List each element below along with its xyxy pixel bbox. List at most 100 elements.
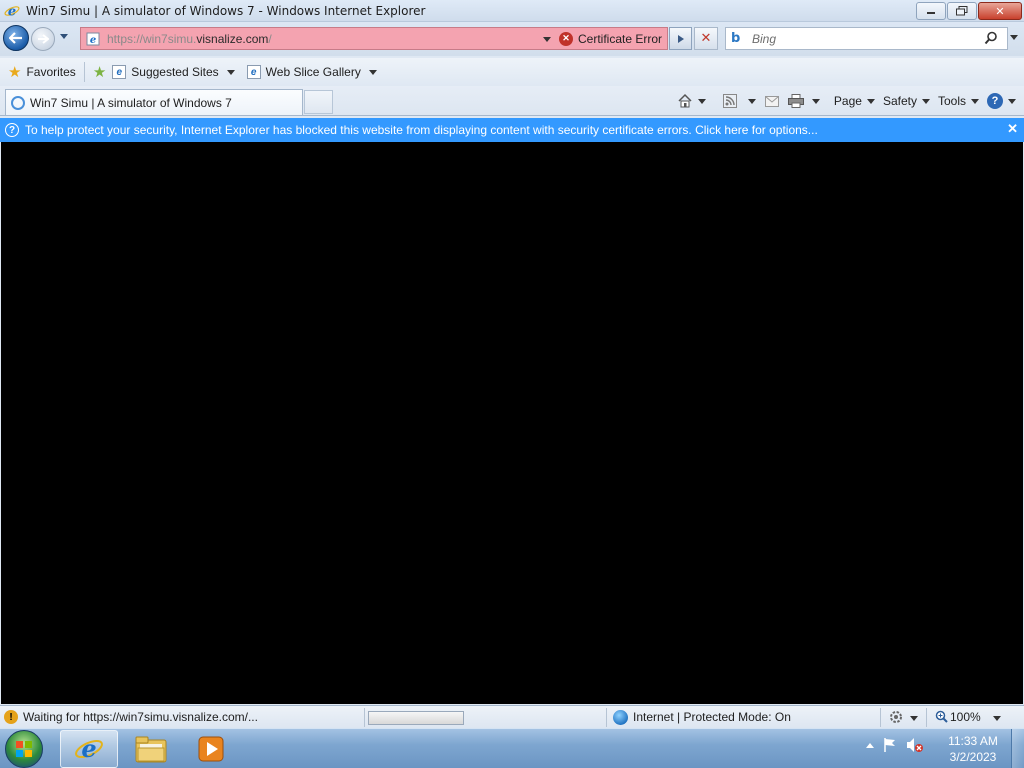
svg-text:e: e xyxy=(90,35,96,46)
status-separator xyxy=(880,708,881,727)
tab-active[interactable]: Win7 Simu | A simulator of Windows 7 xyxy=(5,89,303,115)
chevron-down-icon xyxy=(866,98,875,104)
search-icon[interactable] xyxy=(984,31,998,45)
chevron-down-icon xyxy=(971,98,979,104)
feeds-button[interactable] xyxy=(722,93,756,109)
zoom-level[interactable]: 100% xyxy=(950,710,981,724)
warning-icon: ! xyxy=(4,710,18,724)
tools-menu-label: Tools xyxy=(937,94,966,108)
clock-date: 3/2/2023 xyxy=(949,750,997,764)
stop-icon: ✕ xyxy=(700,31,712,46)
page-menu-label: Page xyxy=(833,94,862,108)
web-slice-gallery-label: Web Slice Gallery xyxy=(265,65,361,79)
forward-button[interactable] xyxy=(31,27,55,51)
refresh-icon xyxy=(677,34,684,43)
recent-pages-dropdown[interactable] xyxy=(60,34,68,39)
back-arrow-icon xyxy=(9,32,22,44)
show-hidden-icons-icon[interactable] xyxy=(866,742,874,748)
status-bar: ! Waiting for https://win7simu.visnalize… xyxy=(0,705,1024,728)
tab-row: Win7 Simu | A simulator of Windows 7 Pag… xyxy=(0,86,1024,116)
help-icon: ? xyxy=(987,93,1003,109)
bing-icon: b xyxy=(731,30,741,46)
back-button[interactable] xyxy=(3,25,29,51)
chevron-down-icon xyxy=(226,69,235,75)
media-player-icon xyxy=(198,736,224,762)
globe-icon xyxy=(613,710,628,725)
folder-icon xyxy=(135,736,167,763)
command-bar: Page Safety Tools ? xyxy=(677,90,1016,112)
taskbar-internet-explorer[interactable]: e xyxy=(60,730,118,768)
read-mail-button[interactable] xyxy=(764,93,780,109)
status-separator xyxy=(364,708,365,727)
change-status-icon[interactable] xyxy=(889,710,903,724)
certificate-error-button[interactable]: ✕ Certificate Error xyxy=(559,28,662,49)
web-slice-gallery-button[interactable]: e Web Slice Gallery xyxy=(246,60,377,84)
favorites-separator xyxy=(83,62,85,82)
show-desktop-button[interactable] xyxy=(1011,729,1024,768)
refresh-button[interactable] xyxy=(669,27,692,50)
suggested-sites-icon: e xyxy=(112,65,127,79)
svg-text:e: e xyxy=(8,4,16,19)
internet-explorer-icon: e xyxy=(75,734,103,763)
taskbar-media-player[interactable] xyxy=(182,730,240,768)
chevron-down-icon xyxy=(1008,98,1016,104)
search-options-dropdown[interactable] xyxy=(1010,35,1018,40)
chevron-down-icon xyxy=(747,98,756,104)
tab-title: Win7 Simu | A simulator of Windows 7 xyxy=(30,95,232,110)
clock-time: 11:33 AM xyxy=(948,734,998,748)
taskbar-clock[interactable]: 11:33 AM 3/2/2023 xyxy=(944,733,1002,765)
search-input[interactable]: Bing xyxy=(752,32,776,46)
printer-icon xyxy=(787,93,804,109)
volume-muted-icon[interactable] xyxy=(906,737,924,753)
status-text: Waiting for https://win7simu.visnalize.c… xyxy=(23,710,258,724)
info-bar-message[interactable]: To help protect your security, Internet … xyxy=(25,123,818,137)
address-dropdown[interactable] xyxy=(543,37,551,42)
chevron-down-icon xyxy=(921,98,930,104)
safety-menu[interactable]: Safety xyxy=(883,94,930,108)
web-slice-gallery-icon: e xyxy=(246,65,261,79)
favorites-label: Favorites xyxy=(26,65,76,79)
suggested-sites-button[interactable]: e Suggested Sites xyxy=(112,60,235,84)
rss-feed-icon xyxy=(722,93,738,109)
search-box[interactable]: b Bing xyxy=(725,27,1008,50)
add-to-favorites-bar-button[interactable]: ★ xyxy=(93,60,106,84)
favorites-bar: ★ Favorites ★ e Suggested Sites e Web Sl… xyxy=(0,58,1024,86)
suggested-sites-label: Suggested Sites xyxy=(131,65,219,79)
close-window-button[interactable]: ✕ xyxy=(978,2,1022,20)
home-icon xyxy=(677,93,693,109)
action-center-flag-icon[interactable] xyxy=(882,737,898,753)
certificate-error-icon: ✕ xyxy=(559,31,573,46)
mail-icon xyxy=(764,93,780,109)
add-favorite-icon: ★ xyxy=(92,64,107,81)
forward-arrow-icon xyxy=(38,34,49,44)
minimize-button[interactable] xyxy=(916,2,946,20)
zoom-dropdown[interactable] xyxy=(993,716,1001,721)
title-bar: e Win7 Simu | A simulator of Windows 7 -… xyxy=(0,0,1024,22)
home-button[interactable] xyxy=(677,93,706,109)
print-button[interactable] xyxy=(787,93,820,109)
restore-button[interactable] xyxy=(947,2,977,20)
stop-button[interactable]: ✕ xyxy=(694,27,718,50)
page-menu[interactable]: Page xyxy=(834,94,875,108)
favorites-button[interactable]: ★ Favorites xyxy=(8,60,76,84)
address-url[interactable]: https://win7simu.visnalize.com/ xyxy=(107,32,272,46)
page-content xyxy=(1,142,1023,704)
taskbar-windows-explorer[interactable] xyxy=(122,730,180,768)
address-bar[interactable]: e https://win7simu.visnalize.com/ ✕ Cert… xyxy=(80,27,668,50)
internet-explorer-icon: e xyxy=(4,3,20,19)
certificate-error-label: Certificate Error xyxy=(578,31,663,46)
help-menu[interactable]: ? xyxy=(987,93,1016,109)
safety-menu-label: Safety xyxy=(882,94,917,108)
status-separator xyxy=(926,708,927,727)
window-controls: ✕ xyxy=(916,2,1022,20)
navigation-bar: e https://win7simu.visnalize.com/ ✕ Cert… xyxy=(0,22,1024,56)
new-tab-button[interactable] xyxy=(304,90,333,114)
start-button[interactable] xyxy=(5,730,43,768)
status-dropdown[interactable] xyxy=(910,716,918,721)
info-shield-icon: ? xyxy=(5,123,19,137)
tools-menu[interactable]: Tools xyxy=(938,94,979,108)
system-tray xyxy=(866,737,924,753)
info-bar-close-button[interactable]: ✕ xyxy=(1007,121,1018,137)
security-info-bar[interactable]: ? To help protect your security, Interne… xyxy=(0,118,1024,142)
security-zone-text[interactable]: Internet | Protected Mode: On xyxy=(633,710,791,724)
